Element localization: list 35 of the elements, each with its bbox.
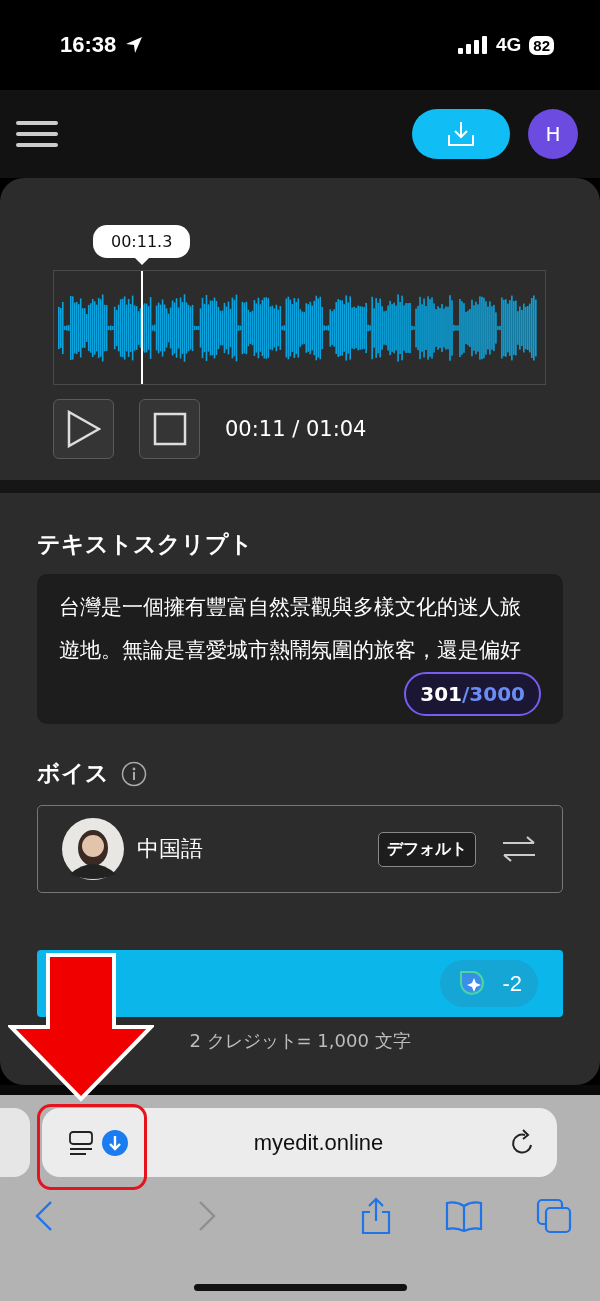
menu-icon[interactable] (16, 119, 58, 149)
credit-amount: -2 (502, 970, 522, 997)
swap-icon[interactable] (502, 836, 536, 862)
reload-icon[interactable] (509, 1128, 535, 1157)
location-icon (124, 35, 145, 55)
default-tag: デフォルト (378, 831, 476, 867)
download-button[interactable] (412, 109, 510, 159)
download-badge-icon[interactable] (102, 1129, 128, 1156)
network-label: 4G (495, 34, 522, 56)
script-field[interactable]: 台灣是一個擁有豐富自然景觀與多樣文化的迷人旅遊地。無論是喜愛城市熱鬧氛圍的旅客，還是偏好 301/3000 (37, 574, 563, 724)
url-text: myedit.online (252, 1129, 385, 1156)
playhead[interactable] (140, 271, 143, 384)
voice-avatar (62, 818, 124, 880)
stop-button[interactable] (139, 399, 200, 459)
playback-time: 00:11 / 01:04 (225, 417, 367, 441)
info-icon[interactable] (121, 760, 147, 787)
section-title: テキストスクリプト (37, 530, 254, 559)
download-icon (447, 121, 475, 147)
tooltip-pointer (134, 258, 149, 265)
signal-icon (457, 35, 488, 55)
script-text: 台灣是一個擁有豐富自然景觀與多樣文化的迷人旅遊地。無論是喜愛城市熱鬧氛圍的旅客，還是偏好 (59, 594, 522, 664)
voice-name: 中国語 (137, 835, 203, 863)
credit-note: 2 クレジット= 1,000 文字 (188, 1029, 412, 1053)
play-icon (66, 410, 101, 448)
play-button[interactable] (53, 399, 114, 459)
stop-icon (152, 412, 187, 446)
page-menu-icon[interactable] (68, 1129, 94, 1156)
battery-level: 82 (529, 35, 554, 55)
address-bar[interactable]: myedit.online (42, 1108, 557, 1177)
user-avatar[interactable]: H (528, 109, 578, 159)
voice-selector[interactable]: 中国語 デフォルト (37, 805, 563, 893)
section-title: ボイス (37, 759, 109, 788)
time-tooltip: 00:11.3 (93, 225, 191, 265)
clock-time: 16:38 (60, 32, 117, 58)
character-counter: 301/3000 (404, 672, 541, 716)
